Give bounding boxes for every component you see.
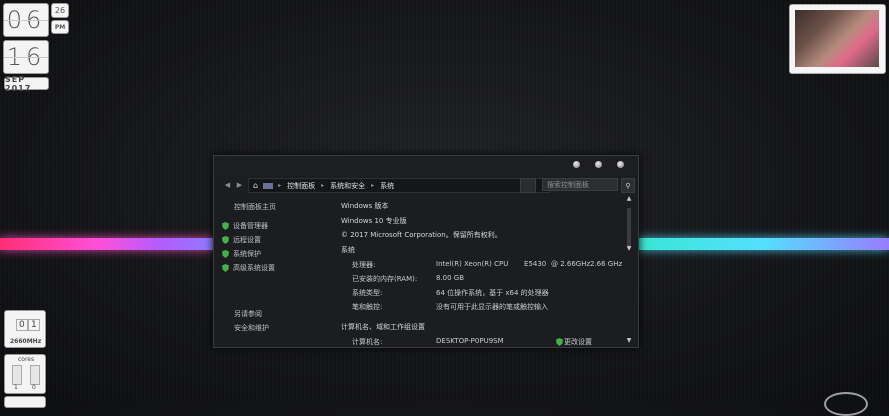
computer-name-value: DESKTOP-P0PU9SM: [436, 337, 504, 345]
pen-touch-value: 没有可用于此显示器的笔或触控输入: [436, 303, 548, 311]
cpu-frequency: 2660MHz: [10, 338, 42, 345]
core-1-value: 1: [14, 384, 18, 391]
processor-ghz: 2.66 GHz: [590, 260, 623, 268]
scroll-down-arrow-bottom-icon[interactable]: ▼: [625, 336, 633, 344]
scroll-down-arrow-icon[interactable]: ▼: [625, 244, 633, 252]
cpu-digit-2: 1: [28, 319, 40, 331]
minimize-button[interactable]: [573, 161, 580, 168]
core-1-meter: [12, 365, 22, 385]
ram-value: 8.00 GB: [436, 274, 465, 282]
bottom-widget: [4, 396, 46, 408]
scroll-thumb[interactable]: [627, 208, 631, 248]
search-button[interactable]: ⚲: [621, 178, 635, 193]
shield-icon: [222, 250, 229, 258]
window-titlebar[interactable]: [214, 156, 638, 176]
advanced-settings-label: 高级系统设置: [233, 264, 275, 272]
cpu-digit-1: 0: [16, 319, 28, 331]
refresh-button[interactable]: [520, 178, 536, 193]
system-type-value: 64 位操作系统，基于 x64 的处理器: [436, 289, 549, 297]
search-icon: ⚲: [625, 181, 631, 190]
processor-value: Intel(R) Xeon(R) CPU: [436, 260, 509, 268]
close-button[interactable]: [617, 161, 624, 168]
clock-ampm-tile: PM: [51, 20, 69, 34]
neon-bar-left: [0, 238, 214, 250]
system-protection-link[interactable]: 系统保护: [222, 249, 261, 259]
home-icon[interactable]: ⌂: [253, 181, 258, 190]
control-panel-home-link[interactable]: 控制面板主页: [234, 202, 276, 212]
shield-icon: [222, 236, 229, 244]
core-2-value: 0: [32, 384, 36, 391]
device-manager-label: 设备管理器: [233, 222, 268, 230]
navigation-bar: ◀ ▶ ⌂ ▸ 控制面板 ▸ 系统和安全 ▸ 系统 搜索控制面板 ⚲: [220, 178, 635, 193]
security-maintenance-link[interactable]: 安全和维护: [234, 323, 269, 333]
maximize-button[interactable]: [595, 161, 602, 168]
neon-bar-right: [637, 238, 889, 250]
computer-name-label: 计算机名:: [352, 338, 383, 346]
processor-label: 处理器:: [352, 261, 376, 269]
breadcrumb-system[interactable]: 系统: [380, 181, 394, 191]
photo-image: [795, 10, 879, 67]
cores-widget: cores 1 0: [4, 354, 46, 394]
corner-gadget: [824, 392, 868, 416]
clock-day: 26: [54, 6, 66, 15]
change-settings-label: 更改设置: [564, 338, 592, 346]
address-bar[interactable]: ⌂ ▸ 控制面板 ▸ 系统和安全 ▸ 系统: [248, 178, 550, 193]
core-2-meter: [30, 365, 40, 385]
clock-hour-tile: 06: [3, 3, 49, 37]
back-arrow-icon[interactable]: ◀: [222, 179, 233, 190]
system-protection-label: 系统保护: [233, 250, 261, 258]
search-input[interactable]: 搜索控制面板: [542, 178, 618, 191]
ram-label: 已安装的内存(RAM):: [352, 275, 418, 283]
remote-settings-link[interactable]: 远程设置: [222, 235, 261, 245]
shield-icon: [222, 222, 229, 230]
change-settings-link[interactable]: 更改设置: [556, 337, 592, 347]
forward-arrow-icon[interactable]: ▶: [234, 179, 245, 190]
shield-icon: [556, 338, 563, 346]
clock-month-tile: SEP 2017: [4, 74, 49, 93]
scroll-up-arrow-icon[interactable]: ▲: [625, 194, 633, 202]
photo-frame-widget[interactable]: [789, 4, 886, 74]
clock-month-year: SEP 2017: [5, 74, 32, 93]
breadcrumb-control-panel[interactable]: 控制面板: [287, 181, 315, 191]
edition-value: Windows 10 专业版: [341, 217, 407, 225]
advanced-settings-link[interactable]: 高级系统设置: [222, 263, 275, 273]
folder-icon: [263, 182, 274, 189]
system-heading: 系统: [341, 246, 355, 254]
cores-title: cores: [18, 356, 35, 363]
shield-icon: [222, 264, 229, 272]
device-manager-link[interactable]: 设备管理器: [222, 221, 268, 231]
vertical-scrollbar[interactable]: ▲ ▼ ▼: [625, 194, 633, 344]
clock-day-tile: 26: [51, 3, 69, 18]
computer-name-heading: 计算机名、域和工作组设置: [341, 323, 425, 331]
clock-ampm: PM: [54, 23, 66, 31]
copyright-text: © 2017 Microsoft Corporation。保留所有权利。: [341, 231, 502, 239]
pen-touch-label: 笔和触控:: [352, 303, 383, 311]
clock-minute-tile: 16: [3, 40, 49, 74]
see-also-heading: 另请参阅: [234, 310, 262, 318]
remote-settings-label: 远程设置: [233, 236, 261, 244]
system-type-label: 系统类型:: [352, 289, 383, 297]
edition-heading: Windows 版本: [341, 202, 389, 210]
breadcrumb-system-security[interactable]: 系统和安全: [330, 181, 365, 191]
processor-speed: @ 2.66GHz: [551, 260, 591, 268]
system-window: ◀ ▶ ⌂ ▸ 控制面板 ▸ 系统和安全 ▸ 系统 搜索控制面板 ⚲ 控制面板主…: [213, 155, 639, 348]
cpu-widget: 0 1 2660MHz: [4, 310, 46, 348]
processor-model: E5430: [524, 260, 547, 268]
